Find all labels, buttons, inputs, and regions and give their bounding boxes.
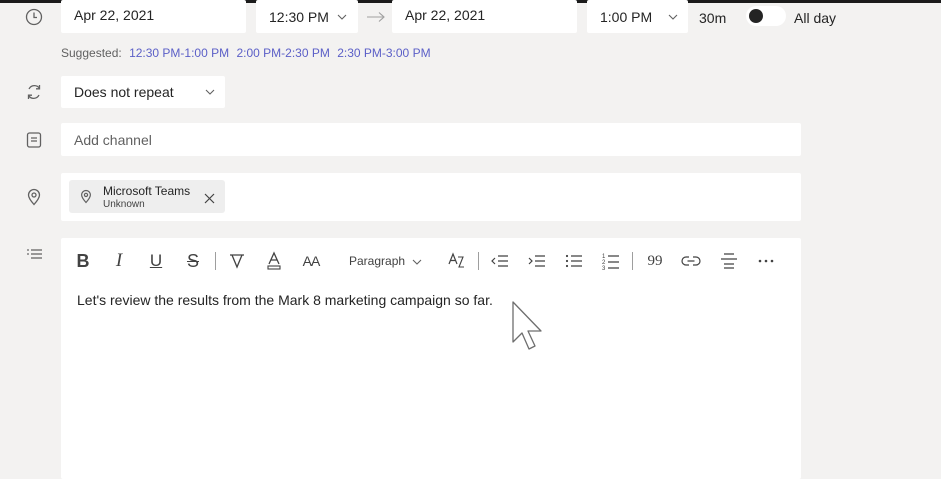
bulleted-list-icon[interactable] <box>564 250 584 272</box>
arrow-right-icon <box>366 10 386 28</box>
chevron-down-icon <box>412 259 422 265</box>
more-options-icon[interactable] <box>756 250 776 272</box>
all-day-label: All day <box>794 10 837 26</box>
paragraph-dropdown[interactable]: Paragraph <box>349 250 409 272</box>
location-chip[interactable]: Microsoft Teams Unknown <box>69 180 225 213</box>
all-day-toggle[interactable] <box>746 6 786 26</box>
paragraph-label: Paragraph <box>349 254 406 268</box>
clear-formatting-icon[interactable] <box>447 250 467 272</box>
mouse-cursor-icon <box>511 300 545 357</box>
chevron-down-icon <box>205 89 215 95</box>
svg-text:3: 3 <box>602 266 606 270</box>
repeat-value: Does not repeat <box>74 84 174 100</box>
suggested-label: Suggested: <box>61 46 122 60</box>
clock-icon <box>24 7 44 27</box>
highlight-icon[interactable] <box>227 250 247 272</box>
toolbar-separator <box>478 252 479 270</box>
decrease-indent-icon[interactable] <box>490 250 510 272</box>
repeat-icon <box>24 82 44 102</box>
close-icon[interactable] <box>204 191 215 209</box>
start-date-value: Apr 22, 2021 <box>74 7 155 23</box>
suggested-slot-3[interactable]: 2:30 PM-3:00 PM <box>337 46 430 60</box>
suggested-slot-1[interactable]: 12:30 PM-1:00 PM <box>129 46 229 60</box>
font-color-icon[interactable] <box>264 250 284 272</box>
bold-button[interactable]: B <box>75 250 91 272</box>
suggested-slot-2[interactable]: 2:00 PM-2:30 PM <box>236 46 329 60</box>
start-time-value: 12:30 PM <box>269 8 329 25</box>
end-date-value: Apr 22, 2021 <box>405 7 486 23</box>
font-size-button[interactable]: AA <box>300 250 322 272</box>
location-pin-icon <box>78 188 94 210</box>
add-channel-input[interactable]: Add channel <box>61 123 801 156</box>
repeat-dropdown[interactable]: Does not repeat <box>61 76 225 108</box>
channel-icon <box>24 130 44 150</box>
details-list-icon <box>25 245 45 265</box>
quote-button[interactable]: 99 <box>645 250 665 272</box>
underline-button[interactable]: U <box>148 250 164 272</box>
strikethrough-button[interactable]: S <box>185 250 201 272</box>
location-pin-icon <box>24 187 44 207</box>
add-channel-placeholder: Add channel <box>74 131 152 148</box>
location-status: Unknown <box>103 199 145 210</box>
message-body-text[interactable]: Let's review the results from the Mark 8… <box>77 292 493 308</box>
horizontal-rule-icon[interactable] <box>719 250 739 272</box>
suggested-times: Suggested: 12:30 PM-1:00 PM 2:00 PM-2:30… <box>61 46 431 60</box>
toolbar-separator <box>632 252 633 270</box>
start-date-field[interactable]: Apr 22, 2021 <box>61 0 246 33</box>
italic-button[interactable]: I <box>111 250 127 272</box>
increase-indent-icon[interactable] <box>527 250 547 272</box>
link-icon[interactable] <box>681 250 701 272</box>
end-date-field[interactable]: Apr 22, 2021 <box>392 0 577 33</box>
numbered-list-icon[interactable]: 123 <box>601 250 621 272</box>
chevron-down-icon <box>668 14 678 20</box>
toggle-knob <box>749 9 763 23</box>
end-time-value: 1:00 PM <box>600 8 653 25</box>
toolbar-separator <box>215 252 216 270</box>
details-editor[interactable] <box>61 238 801 479</box>
duration-label: 30m <box>699 10 727 26</box>
location-name: Microsoft Teams <box>103 184 191 198</box>
chevron-down-icon <box>337 14 347 20</box>
